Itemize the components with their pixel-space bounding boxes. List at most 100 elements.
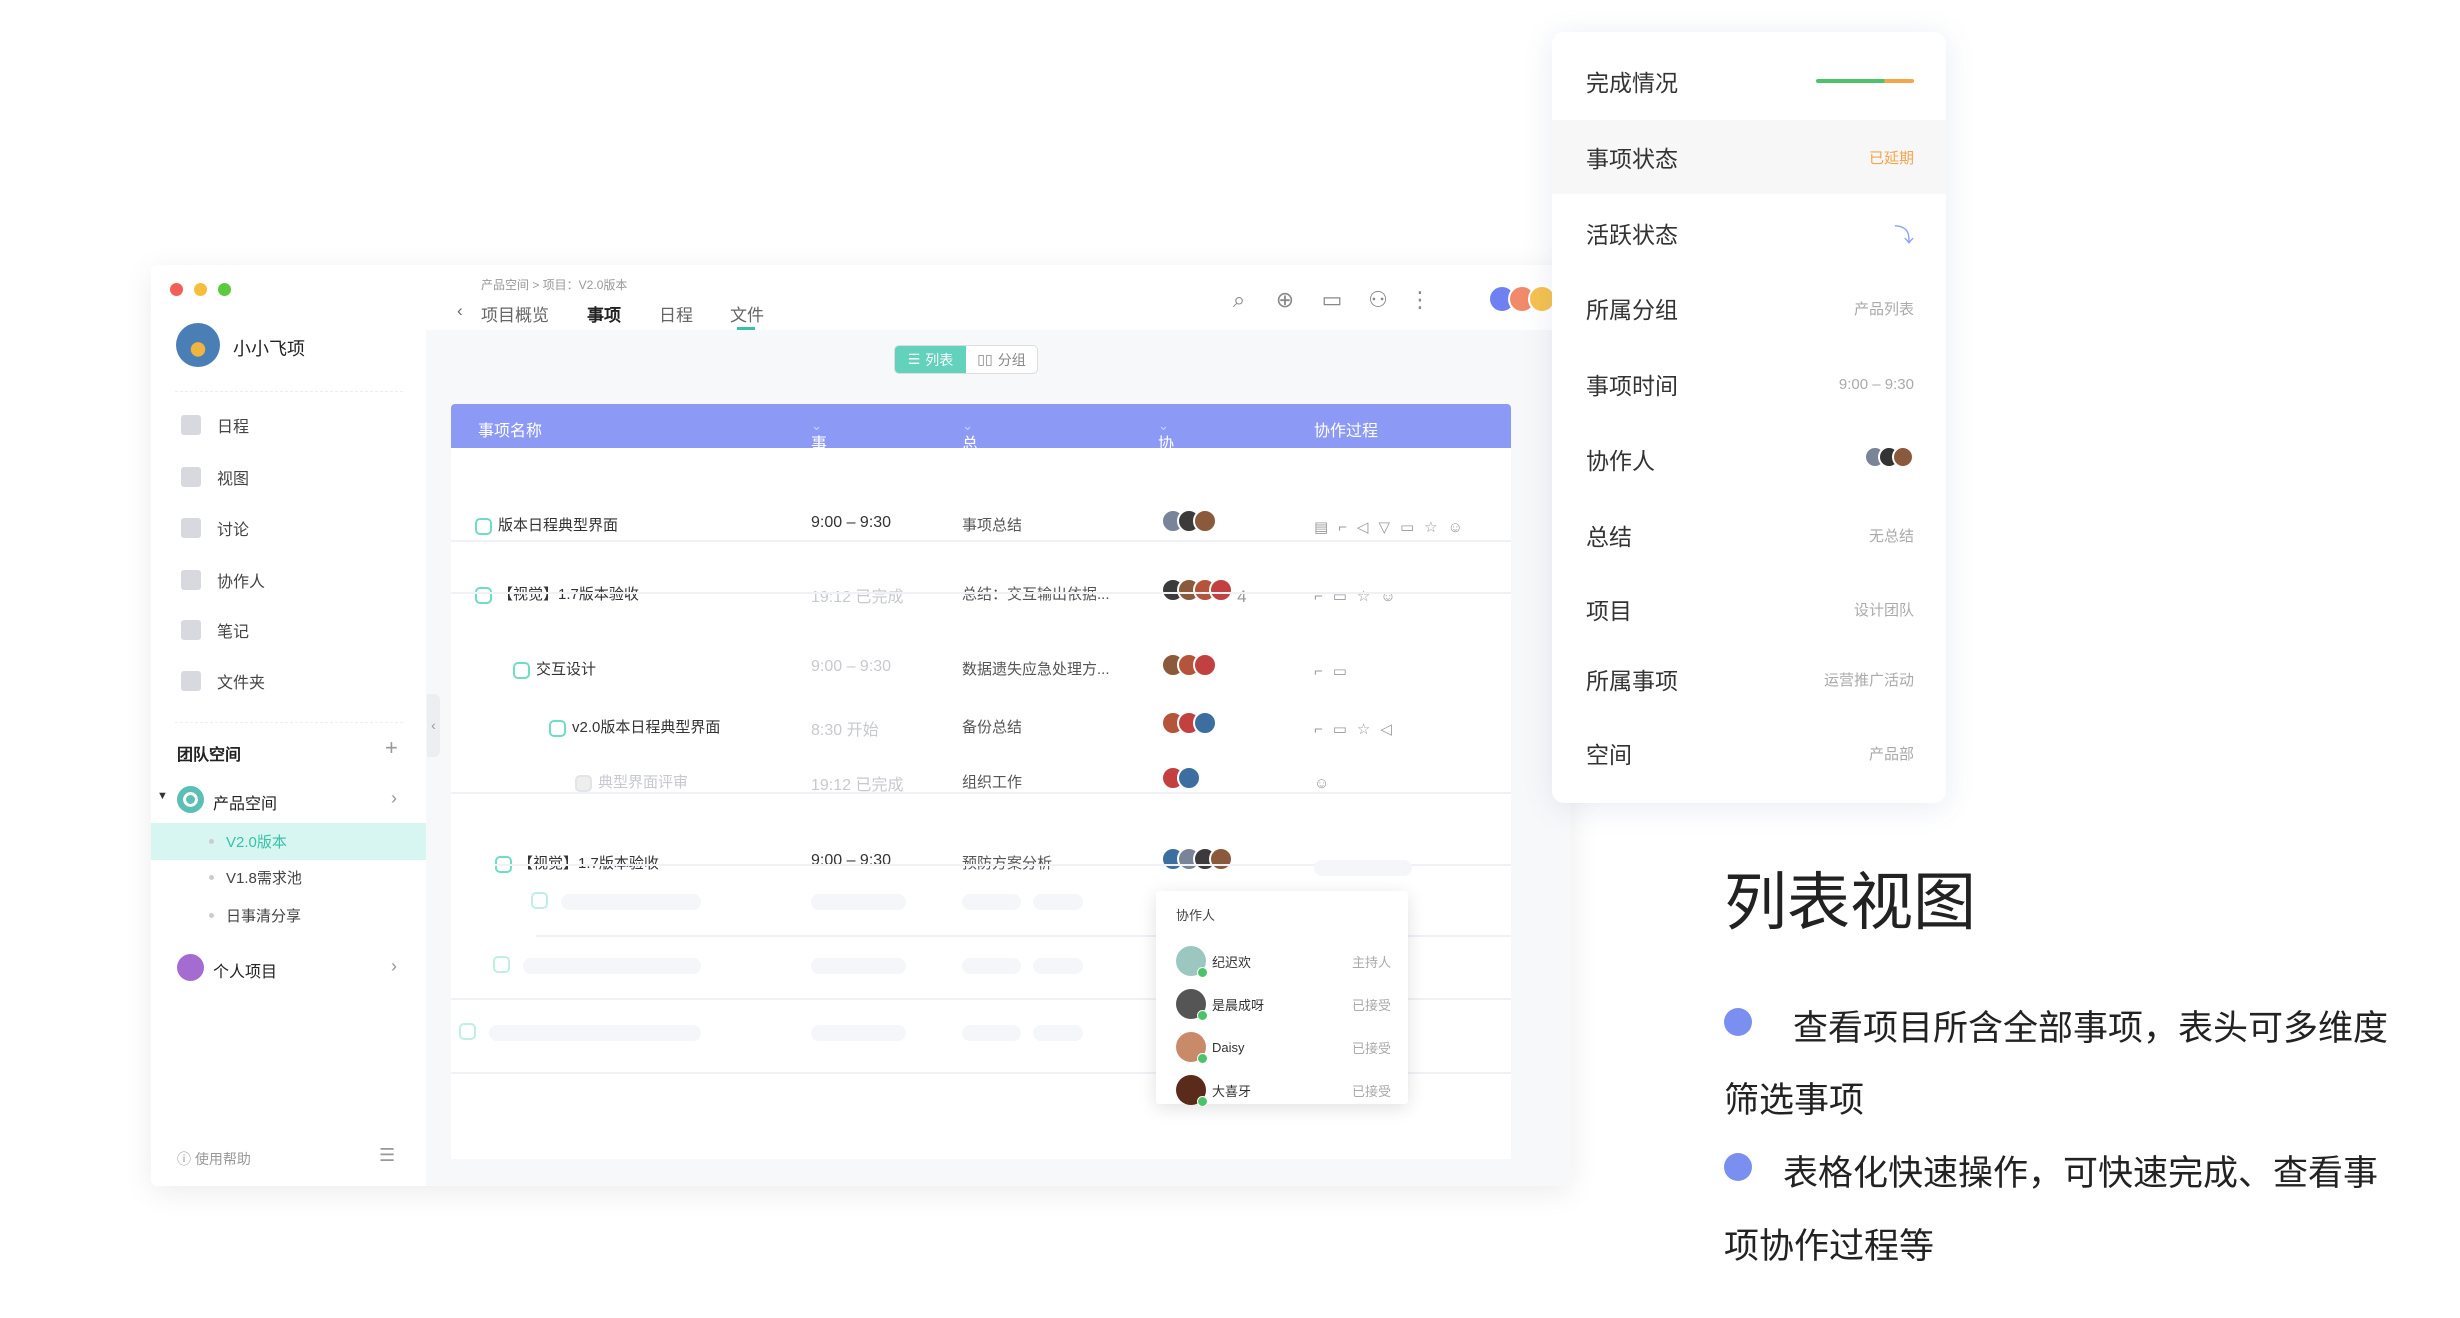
sidebar-item[interactable]: 视图 xyxy=(151,457,426,497)
detail-value[interactable]: 产品部 xyxy=(1869,743,1914,764)
product-space-item[interactable]: ▼ 产品空间 › xyxy=(151,785,426,815)
column-header-name[interactable]: 事项名称 xyxy=(478,417,542,441)
item-detail-panel: 完成情况 事项状态 已延期活跃状态 ⤵ 所属分组 产品列表 事项时间 9:00 – 9:30… xyxy=(1552,32,1946,803)
detail-row[interactable]: 事项时间 9:00 – 9:30 xyxy=(1552,347,1946,421)
detail-value[interactable]: 无总结 xyxy=(1869,525,1914,546)
placeholder xyxy=(1033,894,1083,910)
detail-row[interactable]: 所属分组 产品列表 xyxy=(1552,271,1946,345)
detail-label: 协作人 xyxy=(1586,448,1655,474)
column-header-summary[interactable]: 总结 ⌄ xyxy=(962,417,978,477)
sidebar-item[interactable]: 协作人 xyxy=(151,560,426,600)
item-name[interactable]: 版本日程典型界面 xyxy=(498,517,618,534)
tab[interactable]: 日程 xyxy=(659,301,693,326)
detail-row[interactable]: 总结 无总结 xyxy=(1552,498,1946,572)
chart-icon xyxy=(181,467,201,487)
checkbox[interactable] xyxy=(475,586,492,604)
item-name[interactable]: 交互设计 xyxy=(536,661,596,678)
list-icon: ☰ xyxy=(907,351,921,367)
collapse-sidebar-handle[interactable]: ‹ xyxy=(427,694,440,757)
personal-project-item[interactable]: 个人项目 › xyxy=(151,953,426,983)
checkbox[interactable] xyxy=(513,661,530,679)
tab[interactable]: 项目概览 xyxy=(481,301,549,326)
detail-label: 事项状态 xyxy=(1586,146,1678,172)
close-button[interactable] xyxy=(170,283,183,296)
menu-icon[interactable]: ☰ xyxy=(379,1145,395,1166)
sidebar-item[interactable]: 讨论 xyxy=(151,508,426,548)
collaborator-avatars[interactable] xyxy=(1161,847,1233,876)
tab[interactable]: 事项 xyxy=(587,301,621,326)
sidebar-item[interactable]: 文件夹 xyxy=(151,661,426,701)
chat-icon[interactable]: ▭ xyxy=(1319,287,1345,313)
help-link[interactable]: ⓘ 使用帮助 xyxy=(177,1149,251,1169)
collaborator-item[interactable]: 纪迟欢 主持人 xyxy=(1176,943,1391,979)
process-icons[interactable]: ⌐▭☆☺ xyxy=(1314,587,1406,605)
user-name: 小小飞项 xyxy=(233,339,305,359)
add-team-space-icon[interactable]: + xyxy=(385,735,398,761)
checkbox[interactable] xyxy=(459,1023,476,1040)
column-header-collaborators[interactable]: 协作人 ⌄ xyxy=(1158,417,1174,501)
sidebar-subitem-label: V1.8需求池 xyxy=(226,870,302,887)
collaborator-avatars[interactable] xyxy=(1161,653,1217,682)
collaborator-item[interactable]: 是晨成呀 已接受 xyxy=(1176,986,1391,1022)
item-name[interactable]: v2.0版本日程典型界面 xyxy=(572,719,720,736)
detail-row[interactable]: 空间 产品部 xyxy=(1552,716,1946,790)
sidebar-subitem[interactable]: V1.8需求池 xyxy=(151,859,426,896)
column-label: 协作人 xyxy=(1158,436,1175,501)
detail-row[interactable]: 所属事项 运营推广活动 xyxy=(1552,642,1946,716)
search-icon[interactable]: ⌕ xyxy=(1226,287,1252,313)
detail-value[interactable]: 9:00 – 9:30 xyxy=(1839,376,1914,393)
members-icon[interactable]: ⚇ xyxy=(1365,287,1391,313)
caret-down-icon[interactable]: ▼ xyxy=(157,790,168,802)
collaborator-item[interactable]: 大喜牙 已接受 xyxy=(1176,1072,1391,1108)
item-name[interactable]: 【视觉】1.7版本验收 xyxy=(498,586,639,603)
process-icons[interactable]: ☺ xyxy=(1314,775,1339,792)
collaborator-avatars[interactable] xyxy=(1161,711,1217,740)
collaborator-role: 已接受 xyxy=(1351,1040,1391,1056)
avatar[interactable] xyxy=(176,323,220,367)
active-status-icon[interactable]: ⤵ xyxy=(1894,219,1914,248)
collaborator-avatars[interactable] xyxy=(1161,509,1217,538)
sidebar-item[interactable]: 日程 xyxy=(151,405,426,445)
bullet-icon xyxy=(1724,1008,1752,1036)
progress-row: 完成情况 xyxy=(1552,44,1946,118)
placeholder xyxy=(561,894,701,910)
checkbox[interactable] xyxy=(575,774,592,792)
back-icon[interactable]: ‹ xyxy=(457,301,463,321)
sidebar-subitem[interactable]: 日事清分享 xyxy=(151,897,426,934)
collaborator-item[interactable]: Daisy 已接受 xyxy=(1176,1029,1391,1065)
minimize-button[interactable] xyxy=(194,283,207,296)
column-header-time[interactable]: 事项时间 ⌄ xyxy=(811,417,827,525)
member-avatars[interactable] xyxy=(1488,285,1556,318)
columns-icon: ▯▯ xyxy=(977,351,993,367)
detail-row[interactable]: 活跃状态 ⤵ xyxy=(1552,196,1946,270)
detail-row[interactable]: 协作人 xyxy=(1552,422,1946,496)
list-view-button[interactable]: ☰ 列表 xyxy=(895,346,966,373)
detail-value[interactable]: 运营推广活动 xyxy=(1824,669,1914,690)
team-space-title: 团队空间 xyxy=(177,747,242,764)
checkbox[interactable] xyxy=(549,719,566,737)
sidebar-item[interactable]: 笔记 xyxy=(151,610,426,650)
collaborator-avatars[interactable] xyxy=(1864,445,1914,473)
main-header: 产品空间 > 项目：V2.0版本 ‹ 项目概览 事项 日程 文件 ⌕ ⊕ ▭ ⚇ ⋮ xyxy=(426,265,1571,330)
more-icon[interactable]: ⋮ xyxy=(1407,287,1433,313)
placeholder xyxy=(1033,1025,1083,1041)
detail-value[interactable]: 设计团队 xyxy=(1854,599,1914,620)
detail-row[interactable]: 项目 设计团队 xyxy=(1552,572,1946,646)
add-icon[interactable]: ⊕ xyxy=(1272,287,1298,313)
process-icons[interactable]: ⌐▭ xyxy=(1314,662,1357,680)
checkbox[interactable] xyxy=(493,956,510,973)
column-header-process[interactable]: 协作过程 xyxy=(1314,417,1378,441)
item-name[interactable]: 典型界面评审 xyxy=(598,774,688,791)
checkbox[interactable] xyxy=(475,517,492,535)
detail-value[interactable]: 已延期 xyxy=(1869,147,1914,168)
sidebar-subitem[interactable]: V2.0版本 xyxy=(151,823,426,860)
collaborator-avatars[interactable] xyxy=(1161,766,1201,795)
maximize-button[interactable] xyxy=(218,283,231,296)
group-view-button[interactable]: ▯▯ 分组 xyxy=(966,346,1037,373)
detail-row[interactable]: 事项状态 已延期 xyxy=(1552,120,1946,194)
detail-value[interactable]: 产品列表 xyxy=(1854,298,1914,319)
checkbox[interactable] xyxy=(531,892,548,909)
process-icons[interactable]: ▤⌐◁▽▭☆☺ xyxy=(1314,518,1473,536)
tab[interactable]: 文件 xyxy=(730,301,764,326)
process-icons[interactable]: ⌐▭☆◁ xyxy=(1314,720,1402,738)
